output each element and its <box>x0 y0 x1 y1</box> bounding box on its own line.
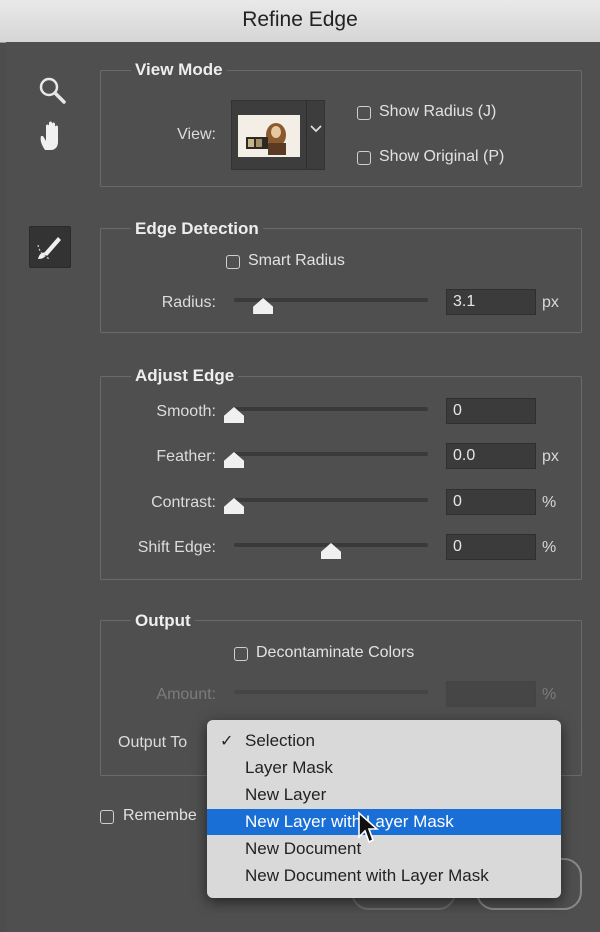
show-radius-checkbox[interactable] <box>357 106 371 120</box>
magnifier-icon[interactable] <box>32 70 72 110</box>
contrast-field[interactable]: 0 <box>446 489 536 515</box>
output-title: Output <box>131 611 195 631</box>
edge-detection-title: Edge Detection <box>131 219 263 239</box>
chevron-down-icon[interactable] <box>310 121 322 139</box>
window-title: Refine Edge <box>242 8 358 31</box>
menu-item-layer-mask[interactable]: Layer Mask <box>207 755 561 781</box>
menu-item-label: New Document with Layer Mask <box>245 866 489 885</box>
feather-unit: px <box>542 448 559 465</box>
smooth-slider[interactable] <box>234 407 428 411</box>
view-label: View: <box>177 126 216 143</box>
show-original-checkbox[interactable] <box>357 151 371 165</box>
smooth-field[interactable]: 0 <box>446 398 536 424</box>
amount-label: Amount: <box>156 686 216 703</box>
hand-icon[interactable] <box>32 116 72 156</box>
feather-field[interactable]: 0.0 <box>446 443 536 469</box>
output-to-menu: ✓ Selection Layer Mask New Layer New Lay… <box>207 720 561 898</box>
show-radius-label: Show Radius (J) <box>379 103 497 120</box>
menu-item-label: Layer Mask <box>245 758 333 777</box>
contrast-slider[interactable] <box>234 498 428 502</box>
adjust-edge-title: Adjust Edge <box>131 366 239 386</box>
menu-item-new-document[interactable]: New Document <box>207 836 561 862</box>
menu-item-new-layer-with-layer-mask[interactable]: New Layer with Layer Mask <box>207 809 561 835</box>
refine-radius-brush-icon[interactable] <box>29 226 71 268</box>
smart-radius-label: Smart Radius <box>248 252 345 269</box>
radius-unit: px <box>542 294 559 311</box>
shift-edge-label: Shift Edge: <box>137 539 216 556</box>
view-mode-title: View Mode <box>131 60 227 80</box>
amount-unit: % <box>542 686 557 703</box>
smart-radius-checkbox[interactable] <box>226 255 240 269</box>
menu-item-label: New Document <box>245 839 362 858</box>
view-mode-picker[interactable] <box>231 100 325 170</box>
checkmark-icon: ✓ <box>220 733 234 750</box>
menu-item-new-layer[interactable]: New Layer <box>207 782 561 808</box>
menu-item-label: New Layer <box>245 785 327 804</box>
shift-edge-unit: % <box>542 539 557 556</box>
smooth-label: Smooth: <box>156 403 216 420</box>
edge-detection-group <box>100 228 582 333</box>
mouse-pointer-icon <box>358 811 379 844</box>
menu-item-selection[interactable]: ✓ Selection <box>207 728 561 754</box>
menu-item-label: New Layer with Layer Mask <box>245 812 454 831</box>
view-preview-thumbnail <box>238 115 300 157</box>
decontaminate-colors-label: Decontaminate Colors <box>256 644 415 661</box>
contrast-label: Contrast: <box>151 494 216 511</box>
feather-slider[interactable] <box>234 452 428 456</box>
amount-slider <box>234 690 428 694</box>
remember-settings-label: Remembe <box>123 807 197 824</box>
radius-field[interactable]: 3.1 <box>446 289 536 315</box>
menu-item-new-document-with-layer-mask[interactable]: New Document with Layer Mask <box>207 863 561 889</box>
shift-edge-field[interactable]: 0 <box>446 534 536 560</box>
picker-divider <box>306 101 307 169</box>
output-to-label: Output To <box>118 734 188 751</box>
title-bar: Refine Edge <box>0 0 600 43</box>
remember-settings-checkbox[interactable] <box>100 810 114 824</box>
contrast-unit: % <box>542 494 557 511</box>
decontaminate-colors-checkbox[interactable] <box>234 647 248 661</box>
radius-label: Radius: <box>161 294 216 311</box>
show-original-label: Show Original (P) <box>379 148 505 165</box>
amount-field <box>446 681 536 707</box>
feather-label: Feather: <box>156 448 216 465</box>
menu-item-label: Selection <box>245 731 315 750</box>
